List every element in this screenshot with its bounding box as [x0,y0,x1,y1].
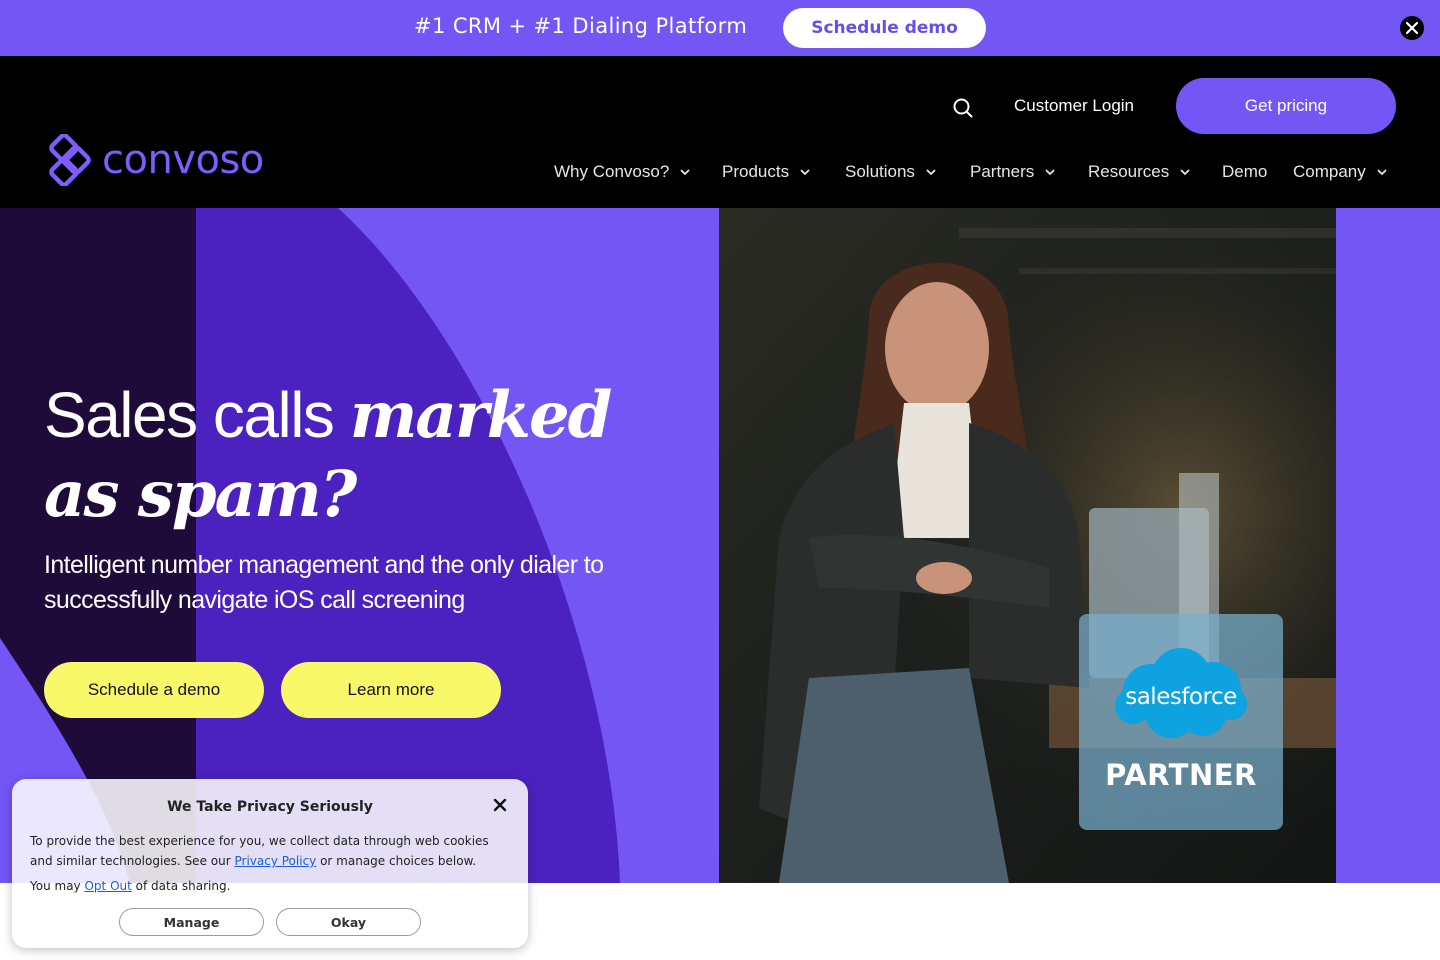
chevron-down-icon [1045,169,1055,176]
chevron-down-icon [800,169,810,176]
nav-item-label: Solutions [845,162,915,181]
promo-text: #1 CRM + #1 Dialing Platform [414,14,748,38]
nav-item-label: Partners [970,162,1035,181]
opt-out-link[interactable]: Opt Out [84,879,131,893]
nav-item-label: Why Convoso? [554,162,670,181]
opt-out-notice: You may Opt Out of data sharing. [30,877,510,895]
privacy-body: To provide the best experience for you, … [30,831,510,871]
schedule-demo-button[interactable]: Schedule a demo [44,662,264,718]
chevron-down-icon [926,169,936,176]
main-nav: Why Convoso? Products Solutions Partners… [0,162,1440,186]
headline-italic: marked [349,378,613,453]
get-pricing-button[interactable]: Get pricing [1176,78,1396,134]
okay-button[interactable]: Okay [276,908,421,936]
salesforce-wordmark: salesforce [1125,684,1237,710]
hero-headline: Sales calls marked as spam? [44,376,664,534]
close-icon[interactable] [1400,16,1424,40]
chevron-down-icon [680,169,690,176]
nav-item-label: Company [1293,162,1366,181]
learn-more-button[interactable]: Learn more [281,662,501,718]
privacy-title: We Take Privacy Seriously [167,799,373,815]
hero-subheading: Intelligent number management and the on… [44,551,604,614]
privacy-text: You may [30,879,81,893]
nav-item-demo[interactable]: Demo [1222,162,1267,182]
headline-italic: as spam? [44,457,357,532]
partner-label: PARTNER [1105,758,1257,792]
salesforce-partner-badge: salesforce PARTNER [1079,614,1283,830]
headline-plain: Sales calls [44,379,335,451]
search-icon[interactable] [951,96,975,120]
close-icon[interactable] [492,797,508,813]
nav-item-label: Demo [1222,162,1268,181]
privacy-text: of data sharing. [135,879,231,893]
nav-item-label: Resources [1088,162,1170,181]
promo-banner: #1 CRM + #1 Dialing Platform Schedule de… [0,0,1440,56]
site-header: convoso Customer Login Get pricing Why C… [0,56,1440,208]
chevron-down-icon [1180,169,1190,176]
privacy-text: or manage choices below. [320,854,477,868]
manage-button[interactable]: Manage [119,908,264,936]
nav-item-solutions[interactable]: Solutions [845,162,937,182]
promo-schedule-demo-button[interactable]: Schedule demo [783,8,986,48]
nav-item-products[interactable]: Products [722,162,811,182]
nav-item-label: Products [722,162,790,181]
customer-login-link[interactable]: Customer Login [1014,96,1134,116]
nav-item-why-convoso[interactable]: Why Convoso? [554,162,691,182]
chevron-down-icon [1377,169,1387,176]
nav-item-company[interactable]: Company [1293,162,1388,182]
privacy-policy-link[interactable]: Privacy Policy [234,854,316,868]
nav-item-resources[interactable]: Resources [1088,162,1191,182]
nav-item-partners[interactable]: Partners [970,162,1056,182]
privacy-consent-dialog: We Take Privacy Seriously To provide the… [12,779,528,948]
